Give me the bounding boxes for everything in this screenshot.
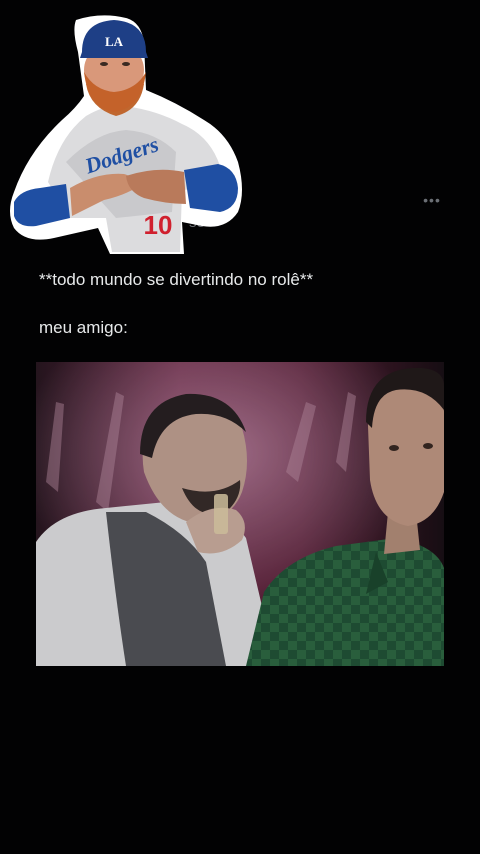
post-text-line-2: meu amigo: xyxy=(39,318,128,337)
screen: se ••• LA xyxy=(0,0,480,854)
post-media-video[interactable] xyxy=(36,362,444,666)
post-text-line-1: **todo mundo se divertindo no rolê** xyxy=(39,270,314,289)
baseball-player-sticker: LA Dodgers 10 xyxy=(6,12,246,254)
jersey-number-text: 10 xyxy=(144,210,173,240)
more-options-icon[interactable]: ••• xyxy=(420,192,444,208)
cap-logo-text: LA xyxy=(105,34,124,49)
video-frame-image xyxy=(36,362,444,666)
baseball-player-sticker-image: LA Dodgers 10 xyxy=(10,15,242,254)
